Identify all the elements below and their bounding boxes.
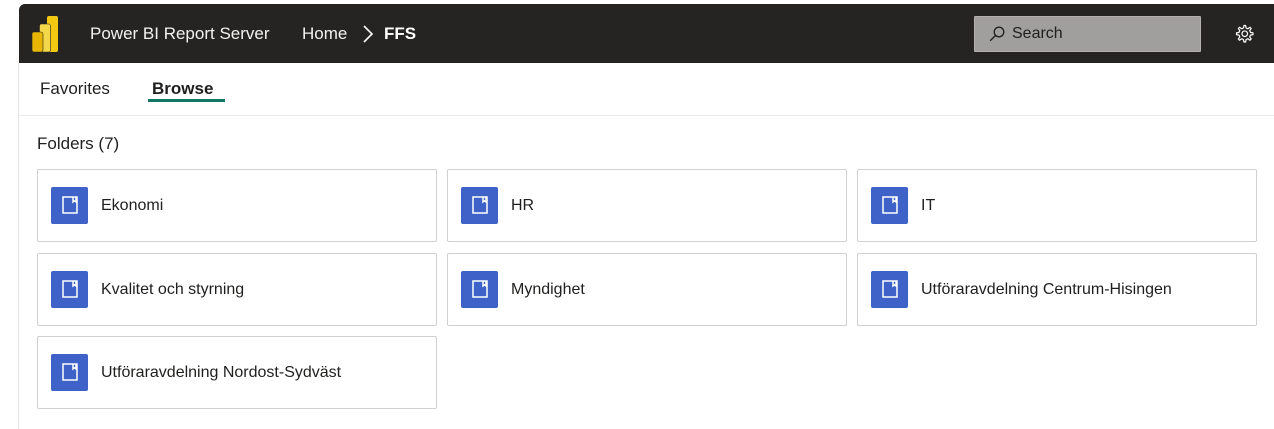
folder-icon: [51, 187, 88, 224]
folder-tile-ekonomi[interactable]: Ekonomi: [37, 169, 437, 242]
gear-icon[interactable]: [1234, 24, 1254, 44]
folder-tile-myndighet[interactable]: Myndighet: [447, 253, 847, 326]
search-input[interactable]: Search: [1012, 17, 1063, 51]
folders-section-title: Folders (7): [37, 134, 120, 153]
search-icon: [989, 26, 1005, 42]
nav-tabs: Favorites Browse: [19, 63, 1274, 116]
breadcrumb-current: FFS: [384, 24, 417, 43]
search-box[interactable]: Search: [974, 16, 1201, 52]
tab-browse[interactable]: Browse: [152, 79, 213, 99]
folder-tile-nordost-sydvast[interactable]: Utföraravdelning Nordost-Sydväst: [37, 336, 437, 409]
tab-favorites[interactable]: Favorites: [40, 79, 110, 99]
folder-label: HR: [511, 197, 535, 214]
folder-tile-it[interactable]: IT: [857, 169, 1257, 242]
folder-label: Utföraravdelning Nordost-Sydväst: [101, 364, 342, 381]
folder-icon: [871, 187, 908, 224]
folder-icon: [51, 271, 88, 308]
folder-label: Myndighet: [511, 281, 585, 298]
selected-tab-indicator: [148, 99, 225, 102]
folder-label: Ekonomi: [101, 197, 164, 214]
app-title[interactable]: Power BI Report Server: [90, 4, 270, 63]
folder-icon: [871, 271, 908, 308]
chevron-right-icon: [363, 25, 374, 43]
folder-icon: [461, 187, 498, 224]
top-app-bar: Power BI Report Server Home FFS Search: [19, 4, 1274, 63]
folder-icon: [51, 354, 88, 391]
page-left-border: [18, 63, 19, 429]
folder-label: Kvalitet och styrning: [101, 281, 245, 298]
folder-icon: [461, 271, 498, 308]
folder-label: IT: [921, 197, 936, 214]
power-bi-logo[interactable]: [32, 16, 58, 52]
page-margin: [0, 0, 18, 429]
folder-tile-centrum-hisingen[interactable]: Utföraravdelning Centrum-Hisingen: [857, 253, 1257, 326]
report-server-window: Power BI Report Server Home FFS Search F…: [0, 0, 1274, 429]
folder-tile-hr[interactable]: HR: [447, 169, 847, 242]
breadcrumb-home[interactable]: Home: [302, 4, 347, 63]
folder-label: Utföraravdelning Centrum-Hisingen: [921, 281, 1172, 298]
folder-tile-kvalitet-och-styrning[interactable]: Kvalitet och styrning: [37, 253, 437, 326]
